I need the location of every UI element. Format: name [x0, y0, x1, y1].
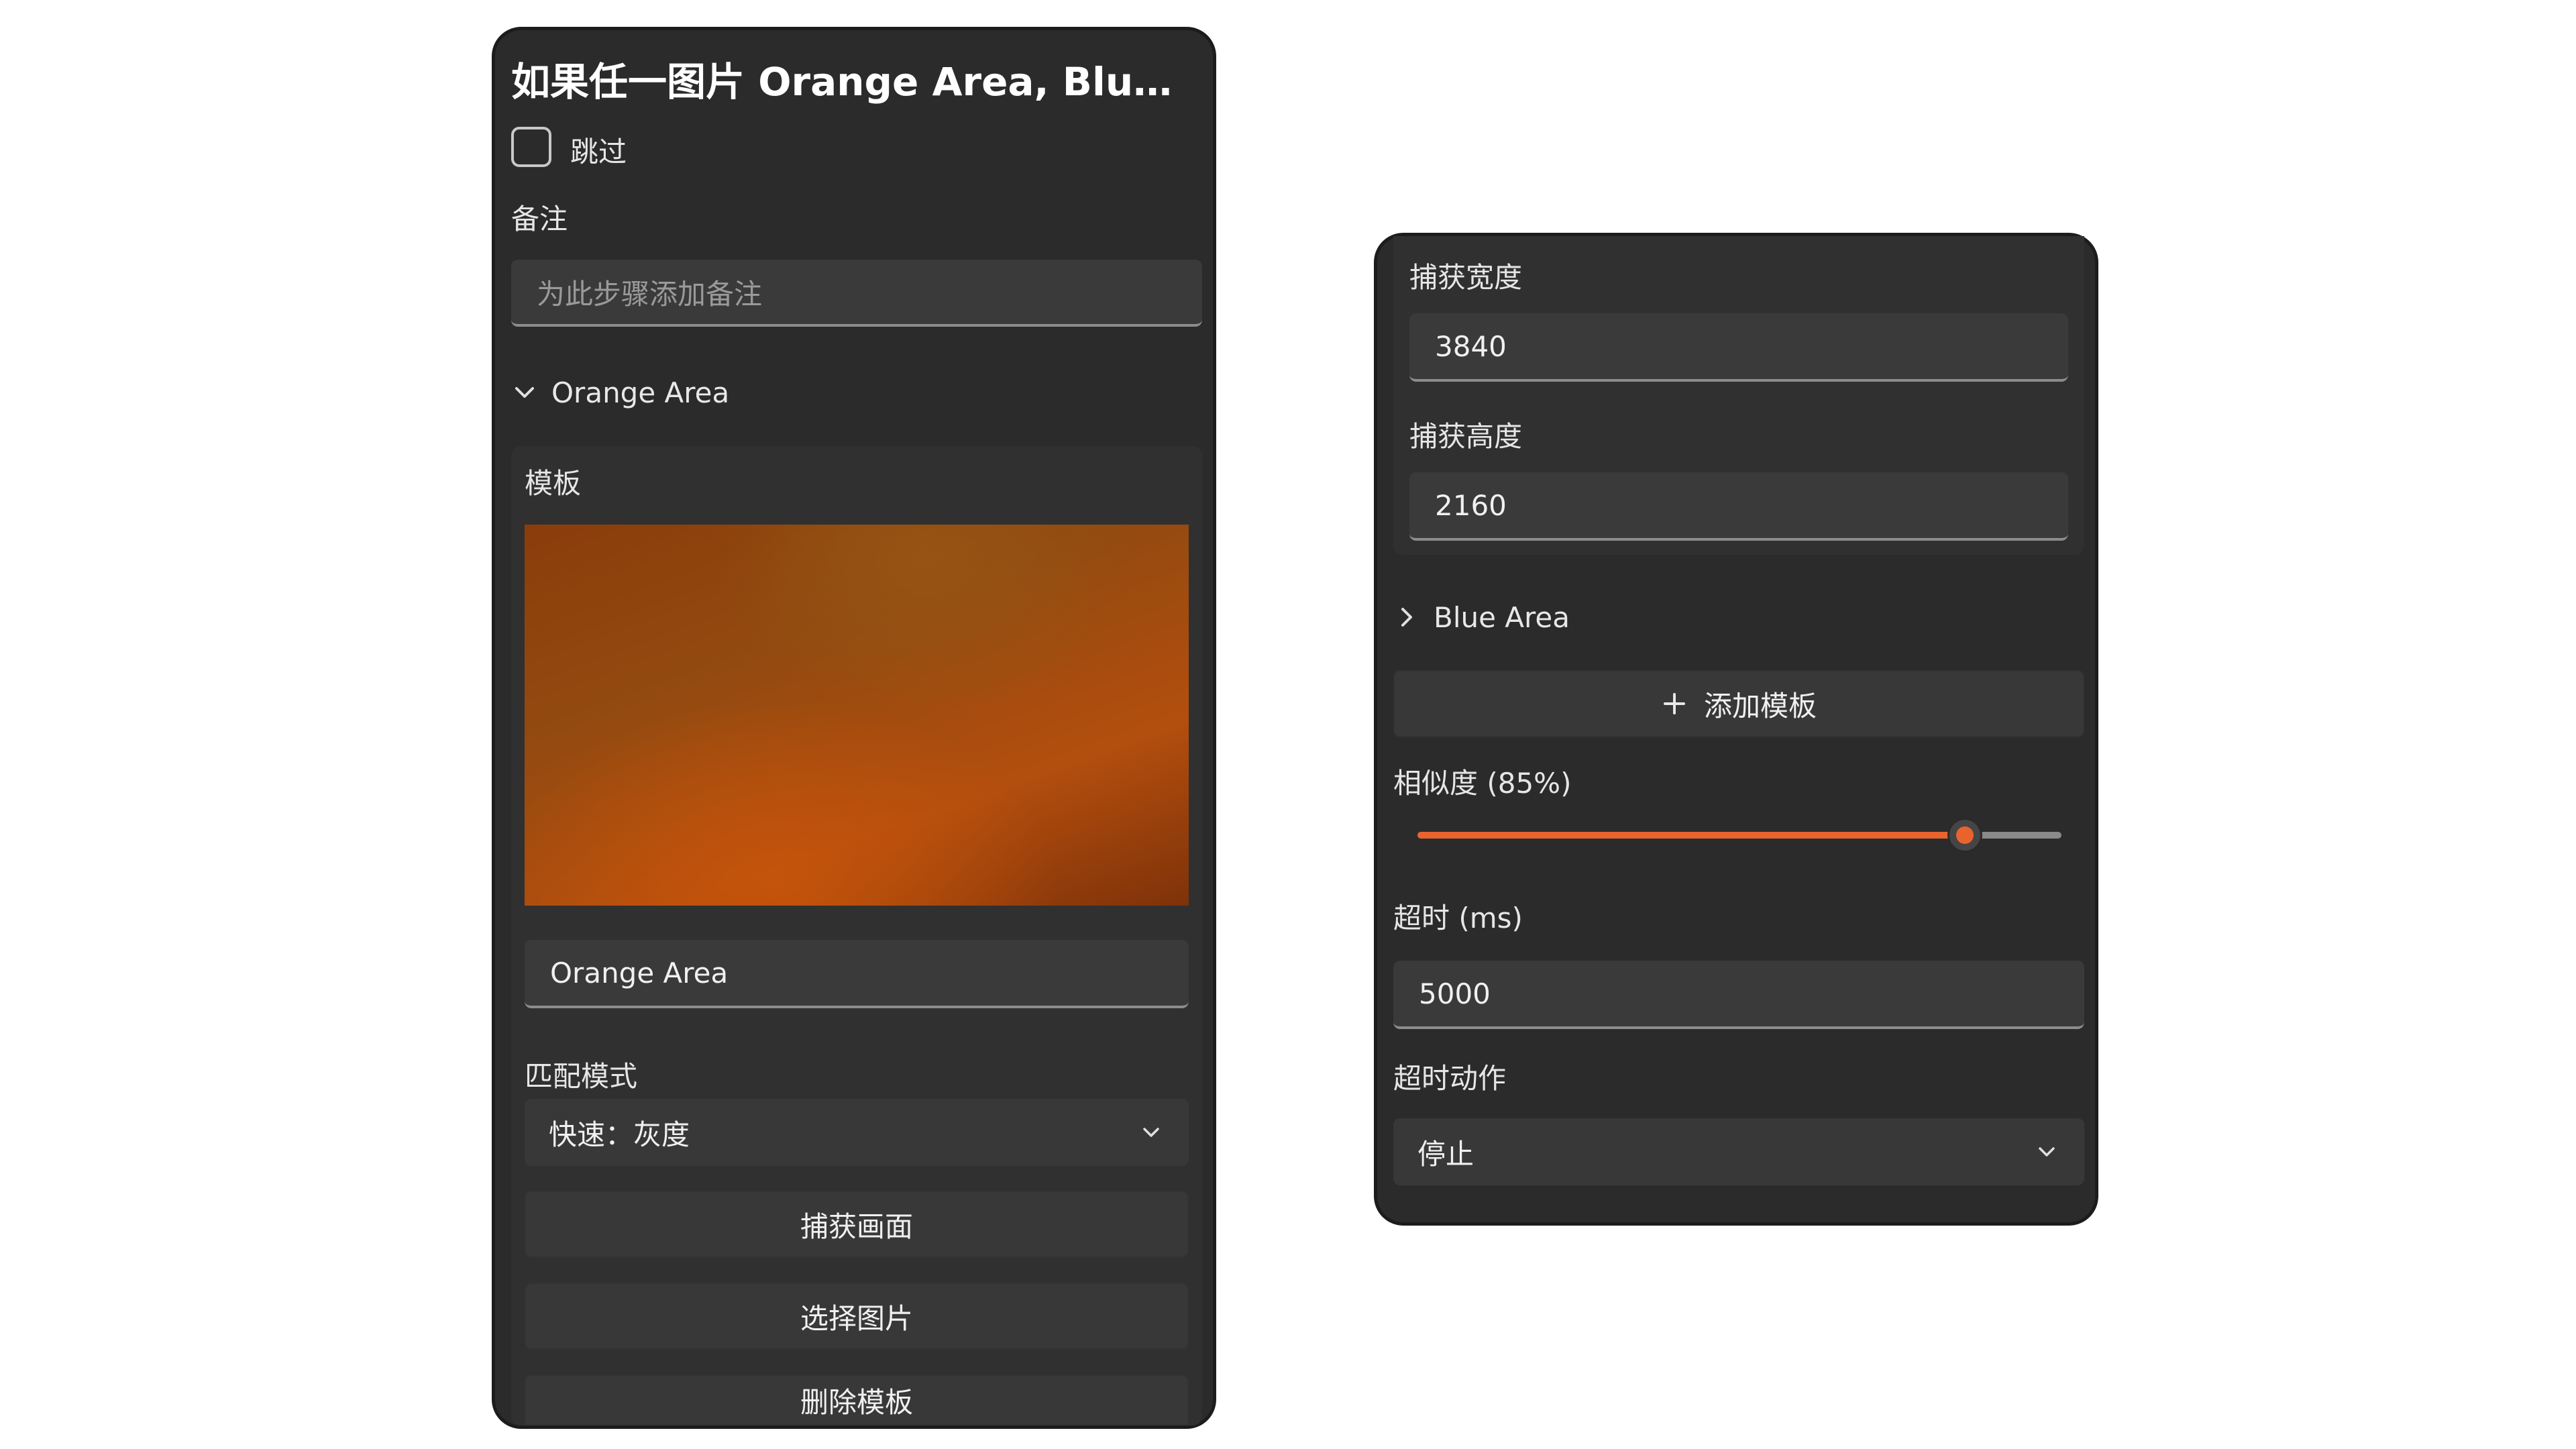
right-panel: 捕获宽度 3840 捕获高度 2160 Blue Area 添加模板 相似度 (… [1374, 233, 2098, 1226]
blue-area-expander-label: Blue Area [1434, 600, 1570, 634]
note-label: 备注 [511, 203, 568, 235]
template-image [525, 525, 1189, 906]
slider-fill [1417, 832, 1965, 839]
skip-label: 跳过 [570, 136, 627, 168]
template-label: 模板 [525, 467, 582, 500]
timeout-action-value: 停止 [1417, 1137, 1474, 1171]
capture-height-input[interactable]: 2160 [1409, 472, 2068, 541]
slider-thumb[interactable] [1947, 818, 1982, 853]
step-title: 如果任一图片 Orange Area, Blue Ar... [511, 59, 1195, 105]
slider-thumb-dot [1956, 826, 1974, 844]
capture-width-input[interactable]: 3840 [1409, 313, 2068, 382]
orange-area-expander-label: Orange Area [551, 376, 730, 409]
timeout-action-label: 超时动作 [1393, 1062, 1507, 1095]
add-template-label: 添加模板 [1703, 689, 1817, 722]
capture-width-label: 捕获宽度 [1409, 261, 1523, 294]
timeout-label: 超时 (ms) [1393, 902, 1523, 934]
add-template-button[interactable]: 添加模板 [1393, 670, 2084, 737]
match-mode-label: 匹配模式 [525, 1060, 638, 1093]
chevron-down-icon [1138, 1119, 1165, 1146]
chevron-down-icon [511, 379, 538, 406]
delete-template-button[interactable]: 删除模板 [525, 1375, 1189, 1426]
skip-checkbox[interactable] [511, 127, 551, 167]
capture-height-label: 捕获高度 [1409, 420, 1523, 453]
match-mode-select[interactable]: 快速：灰度 [525, 1099, 1189, 1166]
capture-settings-card: 捕获宽度 3840 捕获高度 2160 [1393, 236, 2084, 555]
orange-area-expander[interactable]: Orange Area [511, 372, 729, 413]
select-image-button[interactable]: 选择图片 [525, 1283, 1189, 1350]
chevron-right-icon [1393, 604, 1420, 631]
similarity-slider[interactable] [1411, 812, 2075, 859]
note-input[interactable]: 为此步骤添加备注 [511, 260, 1202, 327]
blue-area-expander[interactable]: Blue Area [1393, 597, 1570, 637]
plus-icon [1661, 690, 1688, 717]
template-name-input[interactable]: Orange Area [525, 940, 1189, 1008]
chevron-down-icon [2033, 1138, 2060, 1165]
left-panel: 如果任一图片 Orange Area, Blue Ar... 跳过 备注 为此步… [492, 27, 1216, 1429]
capture-screen-button[interactable]: 捕获画面 [525, 1191, 1189, 1258]
timeout-input[interactable]: 5000 [1393, 961, 2084, 1029]
timeout-action-select[interactable]: 停止 [1393, 1118, 2084, 1185]
match-mode-value: 快速：灰度 [549, 1118, 690, 1151]
similarity-label: 相似度 (85%) [1393, 767, 1572, 800]
template-card: 模板 Orange Area 匹配模式 快速：灰度 捕获画面 选择图片 删除模板 [511, 446, 1202, 1426]
